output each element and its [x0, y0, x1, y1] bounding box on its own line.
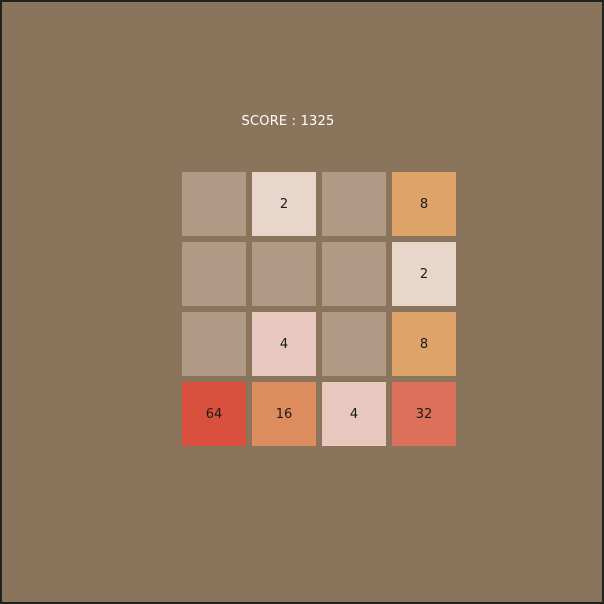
tile-64: 64	[182, 382, 246, 446]
game-window[interactable]: SCORE : 1325 2 8 2 4 8 64 16 4 32	[0, 0, 604, 604]
empty-tile	[252, 242, 316, 306]
tile-8: 8	[392, 312, 456, 376]
empty-tile	[182, 172, 246, 236]
tile-8: 8	[392, 172, 456, 236]
empty-tile	[322, 172, 386, 236]
tile-4: 4	[252, 312, 316, 376]
empty-tile	[182, 242, 246, 306]
tile-2: 2	[392, 242, 456, 306]
tile-32: 32	[392, 382, 456, 446]
tile-4: 4	[322, 382, 386, 446]
empty-tile	[322, 312, 386, 376]
tile-2: 2	[252, 172, 316, 236]
empty-tile	[322, 242, 386, 306]
tile-16: 16	[252, 382, 316, 446]
game-board[interactable]: 2 8 2 4 8 64 16 4 32	[182, 172, 456, 446]
score-label: SCORE : 1325	[241, 114, 335, 129]
empty-tile	[182, 312, 246, 376]
